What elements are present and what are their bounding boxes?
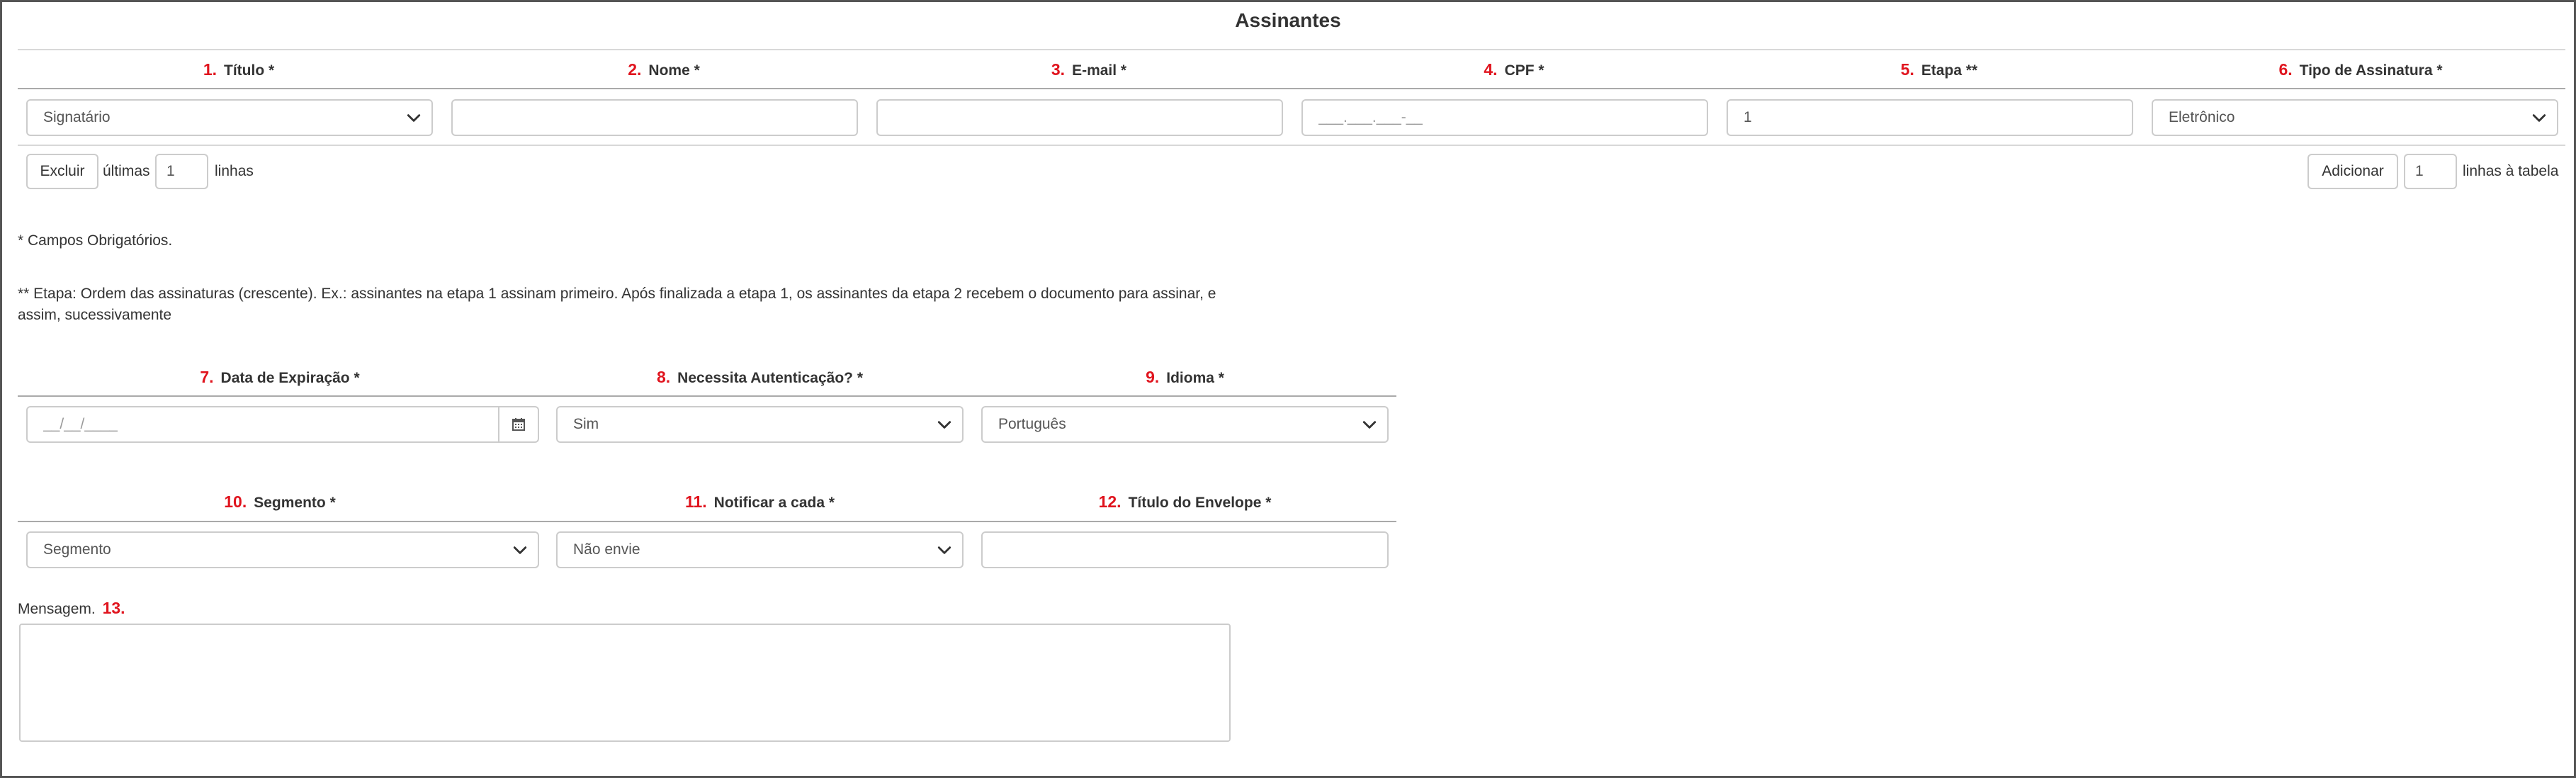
column-header-etapa: 5. Etapa **	[1900, 60, 1978, 79]
nome-input[interactable]	[451, 99, 858, 136]
tipo-assinatura-select[interactable]: Eletrônico	[2152, 99, 2558, 136]
divider	[18, 49, 2565, 50]
column-header-idioma: 9. Idioma *	[1146, 368, 1224, 386]
column-header-segmento: 10. Segmento *	[224, 492, 336, 511]
column-header-notificar: 11. Notificar a cada *	[684, 492, 835, 511]
chevron-down-icon	[937, 546, 951, 554]
delete-last-label: últimas	[103, 163, 150, 179]
divider	[18, 395, 1396, 397]
titulo-envelope-input[interactable]	[981, 531, 1389, 568]
segmento-select[interactable]: Segmento	[26, 531, 539, 568]
add-count-input[interactable]: 1	[2404, 154, 2457, 189]
chevron-down-icon	[937, 421, 951, 429]
section-title: Assinantes	[1235, 9, 1341, 31]
etapa-input[interactable]: 1	[1727, 99, 2133, 136]
column-header-data-expiracao: 7. Data de Expiração *	[200, 368, 360, 386]
notificar-select[interactable]: Não envie	[556, 531, 964, 568]
divider	[18, 521, 1396, 522]
chevron-down-icon	[513, 546, 527, 554]
required-note: * Campos Obrigatórios.	[18, 232, 173, 249]
calendar-button[interactable]	[499, 406, 539, 443]
chevron-down-icon	[2532, 114, 2546, 122]
message-label: Mensagem. 13.	[18, 599, 125, 617]
column-header-autenticacao: 8. Necessita Autenticação? *	[656, 368, 863, 386]
column-header-email: 3. E-mail *	[1051, 60, 1127, 79]
column-header-titulo: 1. Título *	[203, 60, 275, 79]
etapa-note: ** Etapa: Ordem das assinaturas (crescen…	[18, 286, 1216, 323]
delete-count-input[interactable]: 1	[155, 154, 208, 189]
column-header-nome: 2. Nome *	[628, 60, 700, 79]
column-header-cpf: 4. CPF *	[1484, 60, 1544, 79]
autenticacao-select[interactable]: Sim	[556, 406, 964, 443]
calendar-icon	[512, 418, 525, 431]
idioma-select[interactable]: Português	[981, 406, 1389, 443]
delete-button[interactable]: Excluir	[26, 154, 98, 189]
cpf-input[interactable]: ___.___.___-__	[1301, 99, 1708, 136]
data-expiracao-input[interactable]: __/__/____	[26, 406, 499, 443]
chevron-down-icon	[1362, 421, 1377, 429]
message-textarea[interactable]	[19, 624, 1231, 742]
divider	[18, 145, 2565, 146]
add-button[interactable]: Adicionar	[2307, 154, 2398, 189]
column-header-titulo-envelope: 12. Título do Envelope *	[1098, 492, 1272, 511]
column-header-tipo-assinatura: 6. Tipo de Assinatura *	[2278, 60, 2443, 79]
divider	[18, 88, 2565, 89]
delete-lines-label: linhas	[215, 163, 254, 179]
titulo-select[interactable]: Signatário	[26, 99, 433, 136]
chevron-down-icon	[407, 114, 421, 122]
add-lines-label: linhas à tabela	[2463, 163, 2559, 179]
email-input[interactable]	[876, 99, 1283, 136]
